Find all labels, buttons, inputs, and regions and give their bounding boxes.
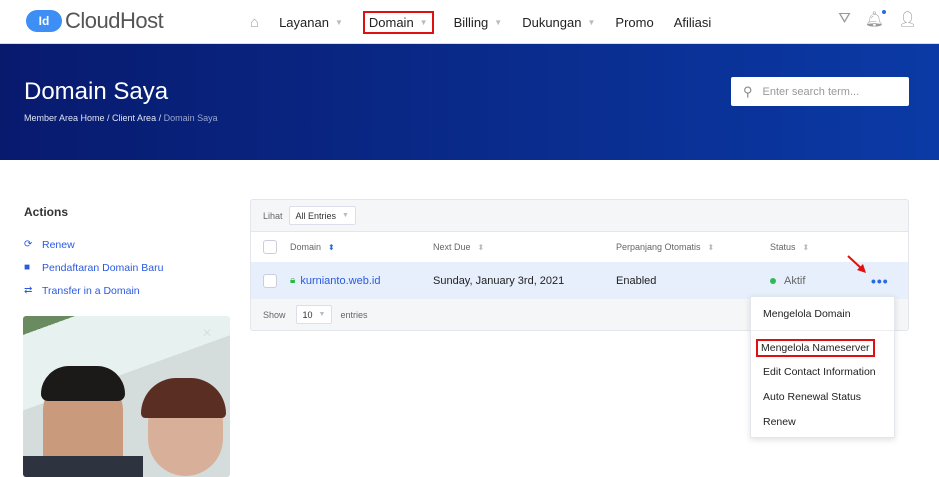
menu-item-renew[interactable]: Renew	[763, 416, 796, 428]
nav-layanan[interactable]: Layanan ▼	[279, 15, 343, 30]
caret-down-icon: ▼	[334, 17, 343, 27]
col-label: Perpanjang Otomatis	[616, 242, 701, 252]
close-icon[interactable]: ✕	[202, 326, 212, 340]
next-due: Sunday, January 3rd, 2021	[433, 274, 565, 287]
nav-domain[interactable]: Domain ▼	[362, 10, 434, 34]
menu-item-auto-renewal[interactable]: Auto Renewal Status	[763, 391, 861, 403]
caret-down-icon: ▼	[587, 17, 596, 27]
sort-icon: ⬍	[802, 242, 810, 252]
chevron-down-icon: ▼	[342, 212, 349, 219]
chevron-down-icon: ▼	[318, 311, 326, 318]
nav-label: Dukungan	[522, 14, 582, 30]
menu-item-manage-domain[interactable]: Mengelola Domain	[763, 308, 851, 320]
domain-link[interactable]: kurnianto.web.id	[300, 275, 380, 287]
search-input[interactable]: ⚲ Enter search term...	[731, 77, 909, 106]
filter-select[interactable]: All Entries ▼	[288, 206, 356, 225]
nav-billing[interactable]: Billing ▼	[454, 15, 503, 30]
sort-icon: ⬍	[707, 242, 715, 252]
nav-label: Domain	[368, 14, 414, 30]
nav-label: Billing	[453, 14, 489, 30]
nav-dukungan[interactable]: Dukungan ▼	[522, 15, 595, 30]
actions-panel: Actions ⟳ Renew ■ Pendaftaran Domain Baru …	[24, 205, 163, 302]
actions-title: Actions	[24, 205, 69, 219]
breadcrumb: Member Area Home / Client Area / Domain …	[24, 113, 218, 123]
sort-icon: ⬍	[328, 242, 335, 252]
lock-icon: 🔒︎	[290, 275, 296, 286]
status-dot-icon	[770, 277, 776, 284]
row-checkbox[interactable]	[263, 273, 277, 288]
promo-image: ✕	[23, 316, 230, 477]
breadcrumb-current: Domain Saya	[163, 113, 218, 123]
home-icon[interactable]: ⌂	[250, 14, 259, 31]
col-next-due[interactable]: Next Due ⬍	[433, 232, 484, 262]
col-label: Next Due	[433, 242, 471, 252]
nav-promo[interactable]: Promo	[615, 15, 653, 30]
action-transfer-domain[interactable]: ⇄ Transfer in a Domain	[24, 279, 163, 302]
header-icons: ⛛ 🔔︎ 👤︎	[838, 10, 917, 28]
col-status[interactable]: Status ⬍	[770, 232, 809, 262]
entries-label: entries	[340, 309, 368, 320]
logo[interactable]: Id CloudHost	[26, 8, 164, 34]
page-banner: Domain Saya Member Area Home / Client Ar…	[0, 44, 939, 160]
sync-icon: ⟳	[24, 239, 33, 250]
auto-renew-value: Enabled	[616, 274, 657, 287]
nav-afiliasi[interactable]: Afiliasi	[674, 15, 712, 30]
tag-icon: ■	[24, 262, 31, 273]
action-register-domain[interactable]: ■ Pendaftaran Domain Baru	[24, 256, 163, 279]
action-renew[interactable]: ⟳ Renew	[24, 233, 163, 256]
cart-icon[interactable]: ⛛	[838, 10, 851, 28]
action-label: Renew	[42, 238, 75, 251]
brand-name: CloudHost	[65, 8, 164, 33]
menu-item-edit-contact[interactable]: Edit Contact Information	[763, 366, 876, 378]
caret-down-icon: ▼	[419, 17, 428, 27]
caret-down-icon: ▼	[494, 17, 503, 27]
cloud-logo-icon: Id	[26, 10, 62, 32]
top-header: Id CloudHost ⌂ Layanan ▼ Domain ▼ Billing ▼…	[0, 0, 939, 44]
exchange-icon: ⇄	[24, 285, 33, 296]
page-title: Domain Saya	[24, 78, 169, 105]
breadcrumb-home[interactable]: Member Area Home	[24, 113, 105, 123]
breadcrumb-client-area[interactable]: Client Area	[112, 113, 156, 123]
search-placeholder: Enter search term...	[762, 85, 860, 98]
menu-item-manage-nameserver[interactable]: Mengelola Nameserver	[756, 339, 875, 357]
search-icon: ⚲	[743, 83, 753, 99]
sort-icon: ⬍	[477, 242, 485, 252]
col-domain[interactable]: Domain ⬍	[290, 232, 335, 262]
bell-icon[interactable]: 🔔︎	[865, 10, 886, 28]
col-auto-renew[interactable]: Perpanjang Otomatis ⬍	[616, 232, 714, 262]
nav-label: Layanan	[279, 14, 329, 30]
main-nav: ⌂ Layanan ▼ Domain ▼ Billing ▼ Dukungan ▼ Pr…	[250, 0, 731, 44]
col-label: Status	[770, 242, 796, 252]
show-label: Show	[263, 309, 286, 320]
more-options-button[interactable]: •••	[871, 262, 889, 299]
col-label: Domain	[290, 242, 322, 252]
user-icon[interactable]: 👤︎	[898, 10, 917, 28]
status-badge: Aktif	[784, 274, 806, 287]
filter-value: All Entries	[295, 210, 337, 221]
action-label: Transfer in a Domain	[42, 284, 140, 297]
page-size-value: 10	[302, 309, 313, 320]
filter-label: Lihat	[263, 210, 283, 221]
table-filter: Lihat All Entries ▼	[251, 200, 908, 231]
table-row[interactable]: 🔒︎ kurnianto.web.id Sunday, January 3rd, …	[251, 262, 908, 299]
page-size-select[interactable]: 10 ▼	[295, 305, 333, 324]
table-header: Domain ⬍ Next Due ⬍ Perpanjang Otomatis ⬍ S…	[251, 231, 908, 262]
red-arrow-annotation-icon	[847, 255, 866, 273]
domain-actions-menu: Mengelola Domain Mengelola Nameserver Ed…	[750, 296, 895, 438]
action-label: Pendaftaran Domain Baru	[42, 261, 164, 274]
select-all-checkbox[interactable]	[263, 240, 277, 254]
